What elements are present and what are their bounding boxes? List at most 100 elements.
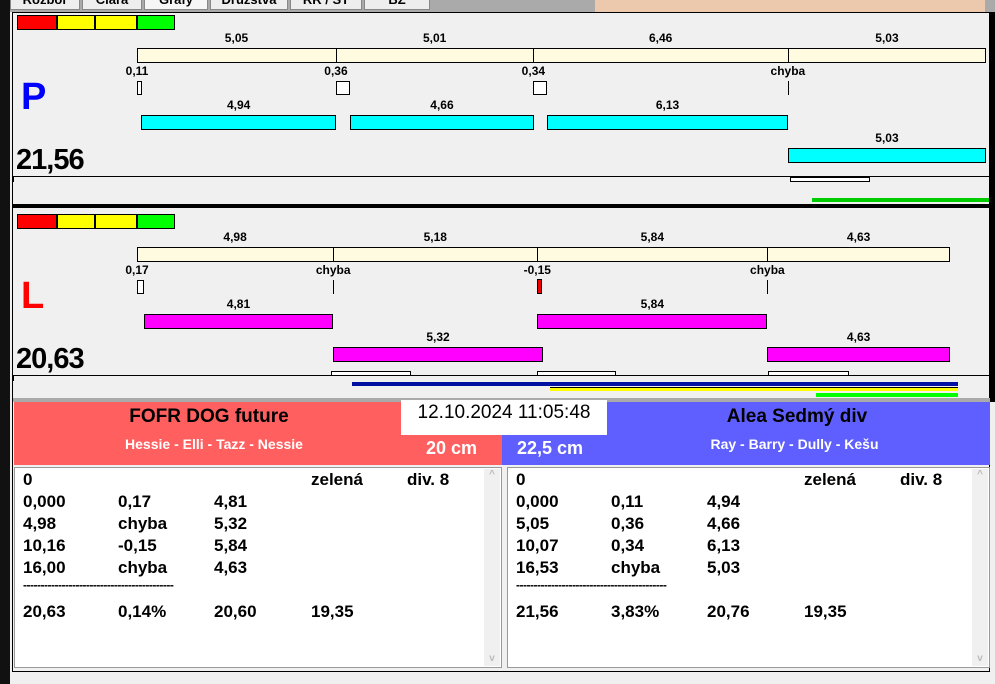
table-cell: 5,84 — [214, 536, 248, 555]
tab-druzstva[interactable]: Družstva — [210, 0, 288, 10]
separator-line: ----------------------------------------… — [23, 578, 174, 592]
table-cell: 4,81 — [214, 492, 248, 511]
fault-marker — [787, 81, 789, 95]
split-divider — [335, 48, 337, 63]
dog-run-label: 5,03 — [875, 131, 899, 145]
tab-bz[interactable]: BZ — [364, 0, 430, 10]
split-time-label: 4,98 — [223, 230, 247, 244]
dog-run-bar — [537, 314, 768, 329]
overlap-marker — [331, 371, 411, 376]
tab-rozbor[interactable]: Rozbor — [10, 0, 80, 10]
scroll-up-icon[interactable]: ^ — [484, 469, 500, 480]
early-start-marker — [537, 279, 543, 294]
table-cell: 21,56 — [516, 602, 559, 621]
lane-total-time: 21,56 — [16, 144, 85, 176]
table-cell: -0,15 — [118, 536, 157, 555]
window-edge — [0, 0, 10, 684]
overlap-marker — [537, 371, 616, 376]
progress-line-yellow — [550, 387, 958, 391]
table-cell: 16,53 — [516, 558, 559, 577]
split-divider — [767, 247, 769, 262]
table-cell: 20,60 — [214, 602, 257, 621]
scroll-up-icon[interactable]: ^ — [972, 469, 988, 480]
tab-grafy[interactable]: Grafy — [144, 0, 208, 10]
baseline-tick — [13, 375, 14, 381]
tab-ciara[interactable]: Čiara — [82, 0, 142, 10]
overlap-marker — [768, 371, 849, 376]
progress-line-green — [816, 393, 958, 397]
tab-rr-st[interactable]: RR / ST — [290, 0, 362, 10]
fault-marker — [333, 280, 335, 294]
signal-light — [57, 15, 95, 30]
split-time-label: 5,03 — [875, 31, 899, 45]
left-dogs: Hessie - Elli - Tazz - Nessie — [125, 436, 303, 452]
table-cell: chyba — [611, 558, 661, 577]
right-dogs: Ray - Barry - Dully - Kešu — [710, 436, 879, 452]
progress-line-blue — [352, 382, 958, 386]
split-divider — [537, 247, 539, 262]
table-cell: 4,66 — [707, 514, 741, 533]
dog-run-label: 4,94 — [226, 98, 251, 112]
table-cell: 0 — [23, 470, 33, 489]
scrollbar[interactable]: ^ v — [484, 469, 500, 666]
dog-run-bar — [143, 314, 334, 329]
table-cell: 3,83% — [611, 602, 660, 621]
left-team-name: FOFR DOG future — [129, 406, 289, 427]
table-cell: 5,03 — [707, 558, 741, 577]
dog-run-label: 5,32 — [426, 330, 450, 344]
dog-run-label: 4,66 — [430, 98, 454, 112]
reaction-label: chyba — [770, 64, 806, 78]
dog-run-label: 4,63 — [846, 330, 871, 344]
dog-run-bar — [787, 148, 987, 163]
right-height: 22,5 cm — [517, 438, 584, 458]
left-height: 20 cm — [426, 438, 478, 458]
table-cell: 4,98 — [23, 514, 57, 533]
reaction-marker — [137, 280, 144, 294]
signal-light — [17, 214, 57, 229]
lane-total-time: 20,63 — [16, 343, 85, 375]
dog-run-bar — [141, 115, 336, 130]
separator-line: ----------------------------------------… — [516, 578, 667, 592]
reaction-label: -0,15 — [523, 263, 551, 277]
table-cell: 19,35 — [804, 602, 847, 621]
table-cell: 4,63 — [214, 558, 248, 577]
lane-letter: L — [21, 275, 45, 317]
scrollbar[interactable]: ^ v — [972, 469, 988, 666]
reaction-marker — [335, 81, 351, 95]
progress-line-green — [812, 198, 989, 202]
dog-run-label: 4,81 — [226, 297, 251, 311]
table-cell: 20,76 — [707, 602, 750, 621]
split-time-label: 5,05 — [224, 31, 249, 45]
dog-run-bar — [333, 347, 543, 362]
signal-light — [57, 214, 95, 229]
split-divider — [333, 247, 335, 262]
table-cell: 5,32 — [214, 514, 248, 533]
reaction-label: chyba — [750, 263, 785, 277]
signal-light — [95, 214, 137, 229]
handler-track — [137, 247, 950, 262]
panel-separator — [13, 204, 989, 208]
baseline-tick — [13, 176, 14, 182]
dog-run-label: 5,84 — [640, 297, 665, 311]
split-time-label: 5,18 — [423, 230, 447, 244]
table-cell: zelená — [311, 470, 363, 489]
right-results-table[interactable]: ^ v 0 zelená div. 8 0,000 0,11 4,94 5,05 0,36 4,66… — [507, 467, 990, 668]
table-cell: 0,14% — [118, 602, 167, 621]
scroll-down-icon[interactable]: v — [484, 653, 500, 664]
reaction-marker — [533, 81, 547, 95]
handler-track — [137, 48, 987, 63]
signal-light — [137, 214, 175, 229]
table-cell: 0,36 — [611, 514, 645, 533]
reaction-label: 0,11 — [125, 64, 149, 78]
split-divider — [533, 48, 535, 63]
table-cell: 16,00 — [23, 558, 66, 577]
timestamp: 12.10.2024 11:05:48 — [401, 400, 607, 435]
table-cell: 0,17 — [118, 492, 152, 511]
table-cell: 0 — [516, 470, 526, 489]
table-cell: 19,35 — [311, 602, 354, 621]
left-results-table[interactable]: ^ v 0 zelená div. 8 0,000 0,17 4,81 4,98 chyba 5,3… — [14, 467, 502, 668]
table-cell: 10,07 — [516, 536, 559, 555]
scroll-down-icon[interactable]: v — [972, 653, 988, 664]
lane-letter: P — [21, 76, 47, 118]
split-time-label: 5,84 — [640, 230, 665, 244]
